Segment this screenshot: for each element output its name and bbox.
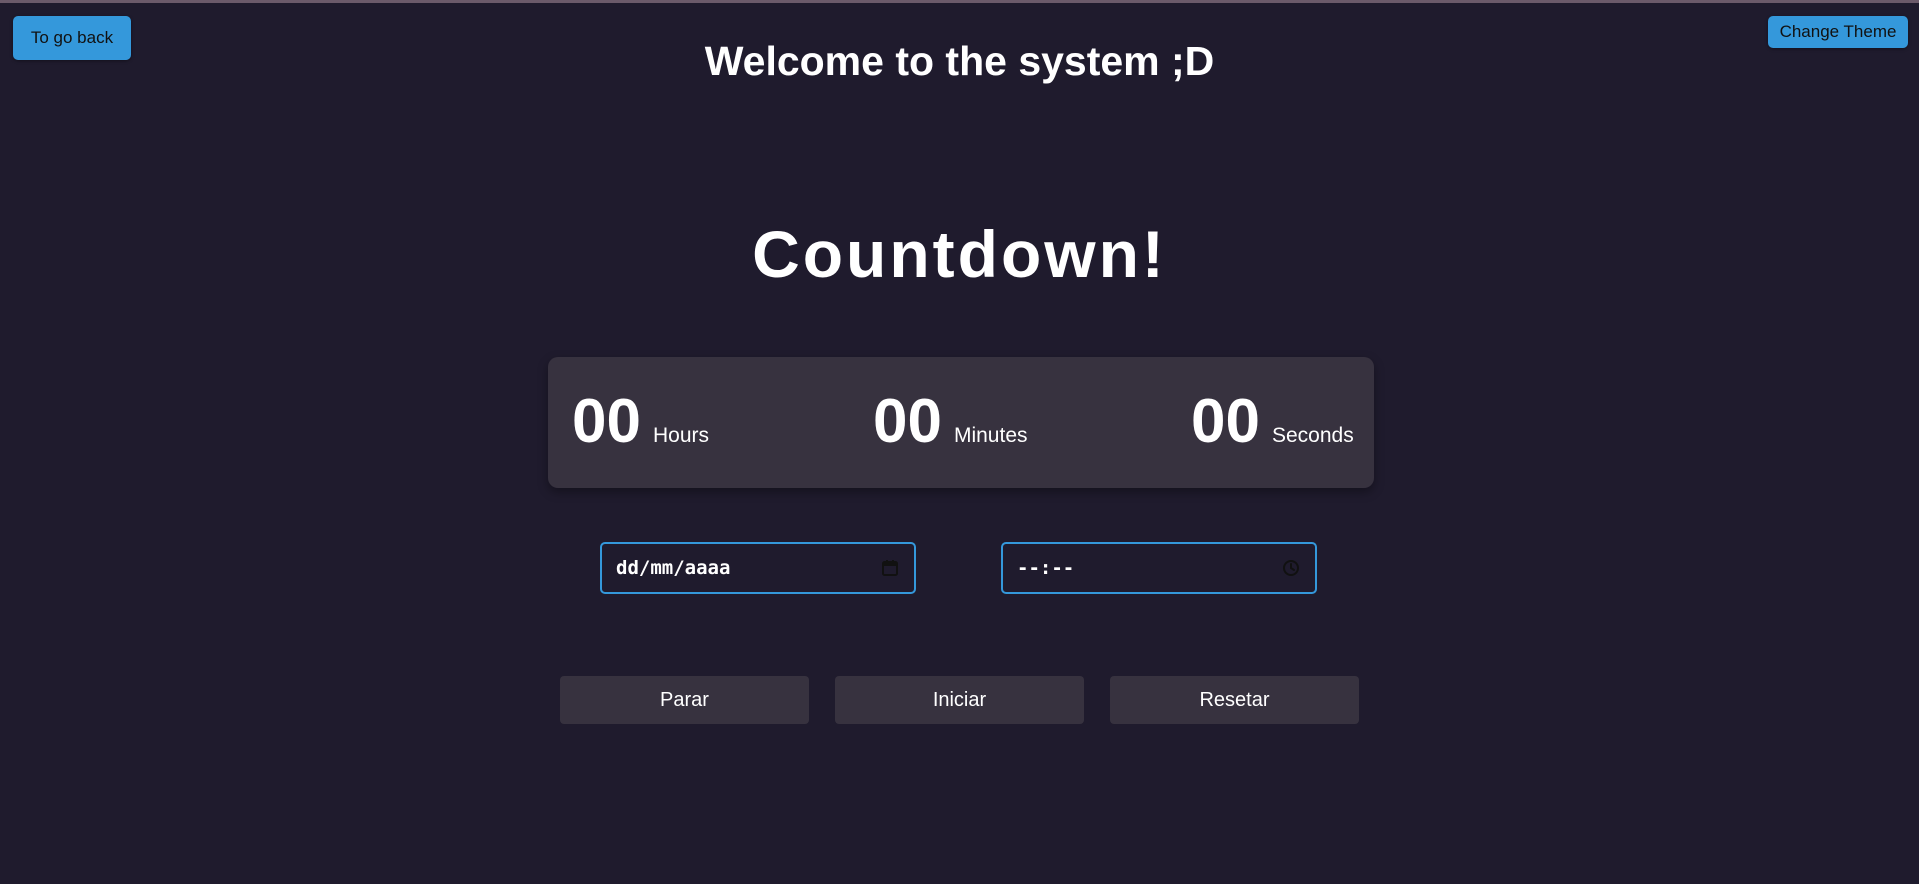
- date-input-value: dd/mm/aaaa: [616, 557, 731, 579]
- countdown-title: Countdown!: [752, 217, 1167, 291]
- timer-display: 00 Hours 00 Minutes 00 Seconds: [548, 357, 1374, 488]
- hours-value: 00: [572, 387, 641, 456]
- hours-unit: 00 Hours: [572, 391, 709, 453]
- start-button[interactable]: Iniciar: [835, 676, 1084, 724]
- stop-button[interactable]: Parar: [560, 676, 809, 724]
- time-input[interactable]: --:--: [1001, 542, 1317, 594]
- minutes-value: 00: [873, 387, 942, 456]
- seconds-value: 00: [1191, 387, 1260, 456]
- seconds-unit: 00 Seconds: [1191, 391, 1354, 453]
- clock-icon[interactable]: [1281, 558, 1301, 578]
- top-border: [0, 0, 1919, 3]
- time-input-value: --:--: [1017, 557, 1075, 579]
- welcome-heading: Welcome to the system ;D: [704, 38, 1215, 84]
- minutes-unit: 00 Minutes: [873, 391, 1028, 453]
- hours-label: Hours: [652, 424, 709, 447]
- reset-button[interactable]: Resetar: [1110, 676, 1359, 724]
- calendar-icon[interactable]: [880, 558, 900, 578]
- date-input[interactable]: dd/mm/aaaa: [600, 542, 916, 594]
- minutes-label: Minutes: [953, 424, 1028, 447]
- seconds-label: Seconds: [1271, 424, 1354, 447]
